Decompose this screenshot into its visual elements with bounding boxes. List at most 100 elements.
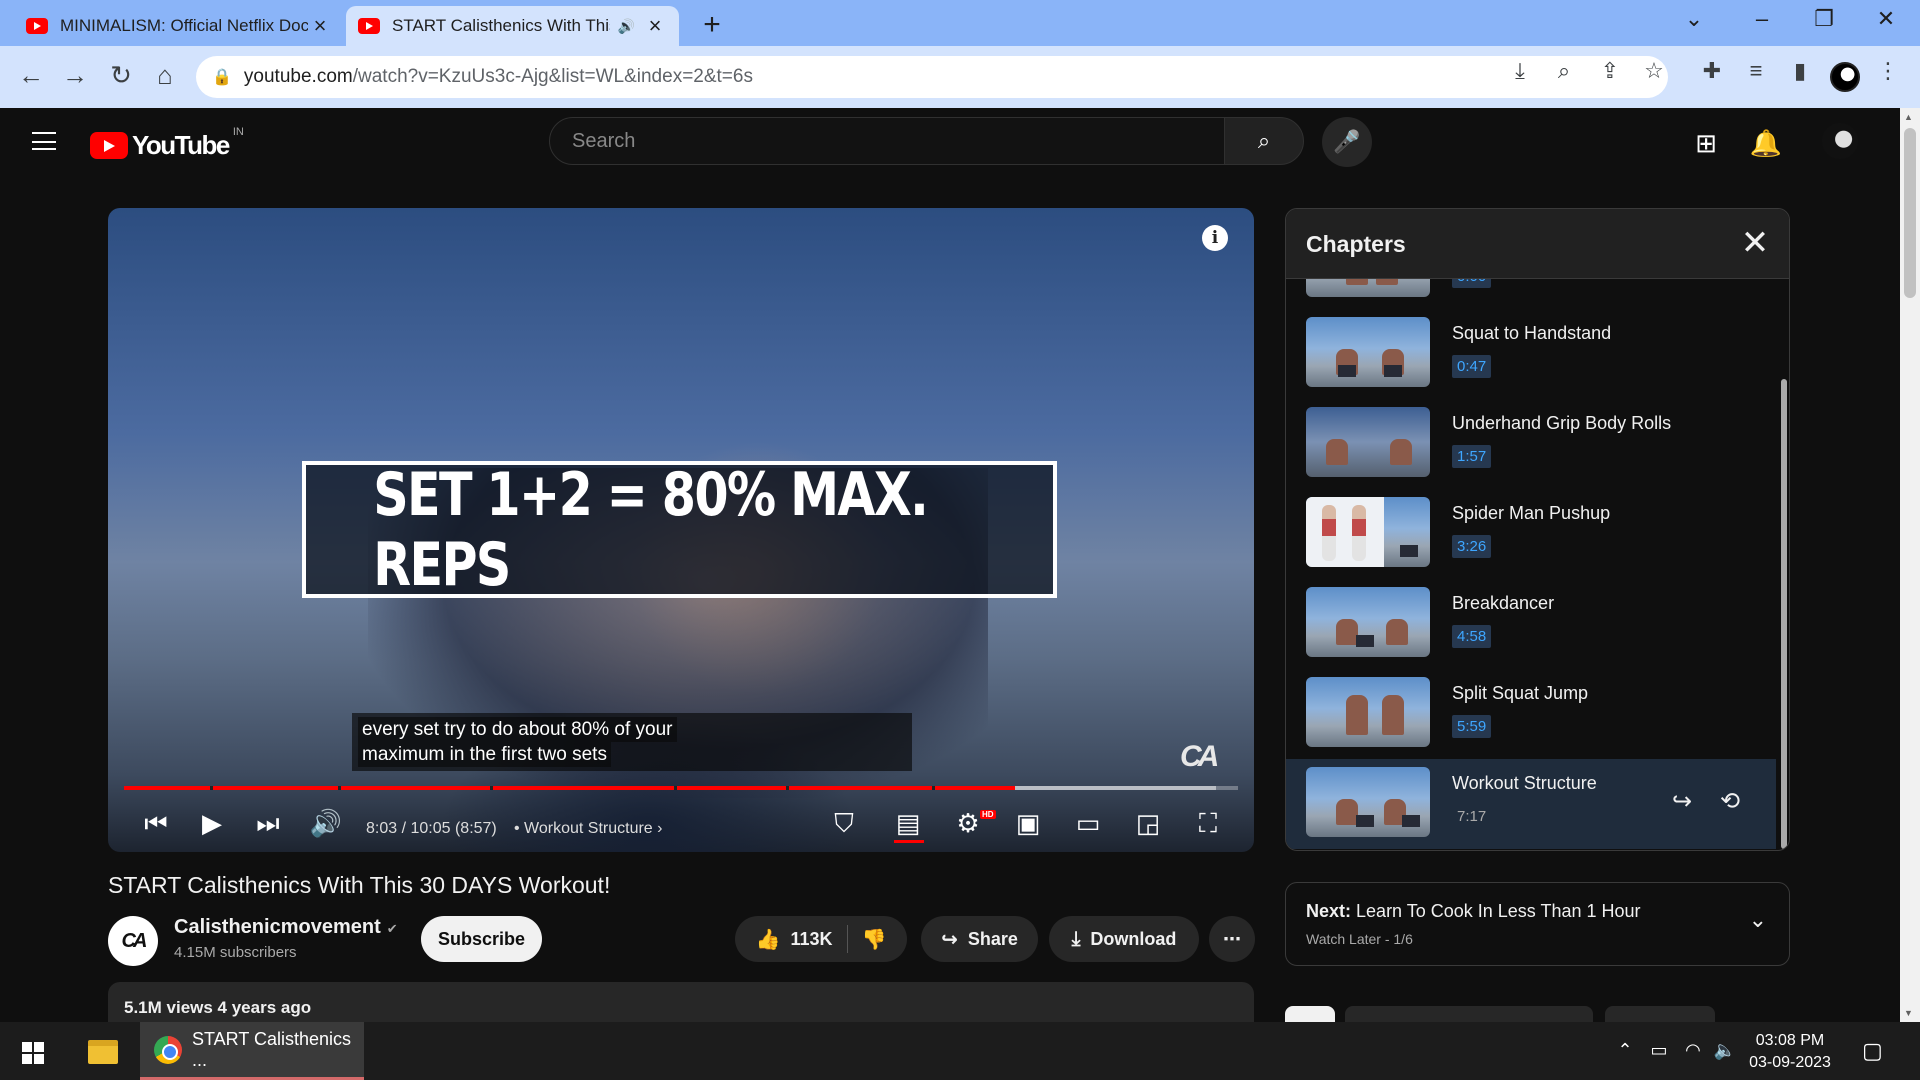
tab-title: MINIMALISM: Official Netflix Doc	[60, 16, 308, 35]
like-count[interactable]: 113K	[790, 929, 832, 950]
channel-watermark[interactable]: CA	[1180, 740, 1219, 774]
close-icon[interactable]: ✕	[1737, 223, 1773, 263]
zoom-icon[interactable]: ⌕	[1548, 58, 1580, 84]
playlist-position: Watch Later - 1/6	[1306, 931, 1413, 947]
install-app-icon[interactable]: ⤓	[1504, 58, 1536, 84]
wifi-icon[interactable]: ◠	[1680, 1040, 1706, 1061]
subscribe-button[interactable]: Subscribe	[421, 916, 542, 962]
tab-audio-icon[interactable]: 🔊	[618, 18, 635, 35]
scroll-up-arrow-icon[interactable]: ▲	[1904, 112, 1913, 122]
playlist-next-box[interactable]: Next: Learn To Cook In Less Than 1 Hour …	[1285, 882, 1790, 966]
forward-icon[interactable]: →	[58, 60, 92, 91]
video-player[interactable]: SET 1+2 = 80% MAX. REPS i every set try …	[108, 208, 1254, 852]
filter-chip[interactable]	[1285, 1006, 1335, 1022]
taskbar-chrome-app[interactable]: START Calisthenics ...	[140, 1022, 364, 1080]
minimize-button[interactable]: –	[1742, 6, 1782, 32]
filter-chip[interactable]	[1605, 1006, 1715, 1022]
next-icon[interactable]: ⏭	[248, 808, 288, 840]
theater-mode-icon[interactable]: ▭	[1068, 808, 1108, 839]
page-scrollbar-thumb[interactable]	[1904, 128, 1916, 298]
chapter-item[interactable]: Squat to Handstand 0:47	[1286, 309, 1776, 399]
chapter-item[interactable]: Split Squat Jump 5:59	[1286, 669, 1776, 759]
back-icon[interactable]: ←	[14, 60, 48, 91]
tray-overflow-chevron-icon[interactable]: ⌃	[1612, 1040, 1638, 1061]
restore-button[interactable]: ❐	[1804, 6, 1844, 32]
voice-search-button[interactable]: 🎤	[1322, 117, 1372, 167]
tab-search-icon[interactable]: ⌄	[1674, 6, 1714, 32]
channel-avatar[interactable]: CA	[108, 916, 158, 966]
tab-close-icon[interactable]: ×	[308, 13, 332, 39]
address-bar[interactable]: 🔒 youtube.com /watch?v=KzuUs3c-Ajg&list=…	[196, 56, 1668, 98]
view-count-date: 5.1M views 4 years ago	[124, 998, 312, 1017]
progress-bar[interactable]	[124, 786, 1238, 790]
chrome-menu-icon[interactable]: ⋮	[1872, 58, 1904, 84]
battery-icon[interactable]: ▭	[1646, 1040, 1672, 1061]
download-button[interactable]: ⤓ Download	[1049, 916, 1199, 962]
like-icon[interactable]: 👍	[756, 927, 781, 952]
miniplayer-icon[interactable]: ▣	[1008, 808, 1048, 839]
chapter-item-active[interactable]: Workout Structure 7:17 ↪ ⟲	[1286, 759, 1776, 849]
menu-icon[interactable]	[32, 132, 56, 150]
chapters-header: Chapters ✕	[1286, 209, 1789, 279]
windows-start-icon[interactable]	[22, 1042, 44, 1064]
chapters-scrollbar[interactable]	[1776, 279, 1789, 850]
dislike-icon[interactable]: 👎	[862, 927, 887, 952]
cast-icon[interactable]: ◲	[1128, 808, 1168, 839]
adblock-shield-icon[interactable]: ⛉	[824, 808, 864, 840]
chapter-title: Spider Man Pushup	[1452, 503, 1611, 523]
chapter-marker	[338, 786, 341, 790]
progress-played	[124, 786, 1016, 790]
current-chapter-button[interactable]: • Workout Structure ›	[514, 820, 662, 838]
chapters-scrollbar-thumb[interactable]	[1781, 379, 1787, 849]
chapter-item[interactable]: Breakdancer 4:58	[1286, 579, 1776, 669]
share-button[interactable]: ↪ Share	[921, 916, 1038, 962]
browser-profile-avatar[interactable]	[1830, 62, 1860, 92]
browser-tab-minimalism[interactable]: MINIMALISM: Official Netflix Doc ×	[14, 6, 344, 46]
lock-icon[interactable]: 🔒	[212, 67, 232, 87]
speaker-icon[interactable]: 🔈	[1712, 1040, 1738, 1061]
filter-chip[interactable]	[1345, 1006, 1593, 1022]
chevron-down-icon[interactable]: ⌄	[1749, 907, 1767, 933]
extensions-icon[interactable]: ✚	[1696, 58, 1728, 84]
subtitles-icon[interactable]: ▤	[888, 808, 928, 839]
chapter-item[interactable]: 0:00	[1286, 279, 1776, 309]
browser-tab-calisthenics[interactable]: START Calisthenics With This 🔊 ×	[346, 6, 679, 46]
subtitles-on-indicator	[894, 840, 924, 843]
file-explorer-icon[interactable]	[88, 1040, 118, 1064]
search-button[interactable]: ⌕	[1224, 117, 1304, 165]
notifications-icon[interactable]: ▢	[1862, 1038, 1883, 1064]
info-icon[interactable]: i	[1202, 225, 1228, 251]
taskbar-clock[interactable]: 03:08 PM 03-09-2023	[1740, 1030, 1840, 1074]
chapter-item[interactable]: Underhand Grip Body Rolls 1:57	[1286, 399, 1776, 489]
loop-chapter-icon[interactable]: ⟲	[1714, 787, 1746, 816]
like-dislike-group: 👍 113K 👎	[735, 916, 907, 962]
play-icon[interactable]: ▶	[192, 808, 232, 839]
scroll-down-arrow-icon[interactable]: ▼	[1904, 1008, 1913, 1018]
previous-icon[interactable]: ⏮	[136, 808, 176, 840]
fullscreen-icon[interactable]: ⛶	[1188, 808, 1228, 840]
create-video-icon[interactable]: ⊞	[1688, 128, 1724, 159]
channel-name-link[interactable]: Calisthenicmovement ✔	[174, 916, 398, 939]
window-close-button[interactable]: ✕	[1866, 6, 1906, 32]
more-actions-button[interactable]: ⋯	[1209, 916, 1255, 962]
reload-icon[interactable]: ↻	[104, 60, 138, 91]
caption-line-1: every set try to do about 80% of your	[358, 717, 677, 742]
tab-close-icon[interactable]: ×	[643, 13, 667, 39]
youtube-logo[interactable]: YouTube IN	[90, 126, 244, 161]
page-scrollbar[interactable]: ▲ ▼	[1900, 108, 1920, 1022]
media-controls-icon[interactable]: ≡	[1740, 58, 1772, 84]
youtube-wordmark: YouTube	[132, 130, 230, 160]
share-page-icon[interactable]: ⇪	[1594, 58, 1626, 84]
bookmark-star-icon[interactable]: ☆	[1638, 58, 1670, 84]
notifications-bell-icon[interactable]: 🔔	[1748, 128, 1784, 159]
volume-icon[interactable]: 🔊	[306, 808, 346, 839]
chapter-title: Workout Structure	[1452, 773, 1597, 793]
new-tab-button[interactable]: +	[696, 8, 728, 42]
search-input[interactable]: Search	[549, 117, 1225, 165]
home-icon[interactable]: ⌂	[148, 60, 182, 91]
account-avatar[interactable]	[1822, 123, 1858, 159]
tab-title: START Calisthenics With This	[392, 16, 610, 35]
chapter-item[interactable]: Spider Man Pushup 3:26	[1286, 489, 1776, 579]
share-chapter-icon[interactable]: ↪	[1666, 787, 1698, 816]
side-panel-icon[interactable]: ▮	[1784, 58, 1816, 84]
